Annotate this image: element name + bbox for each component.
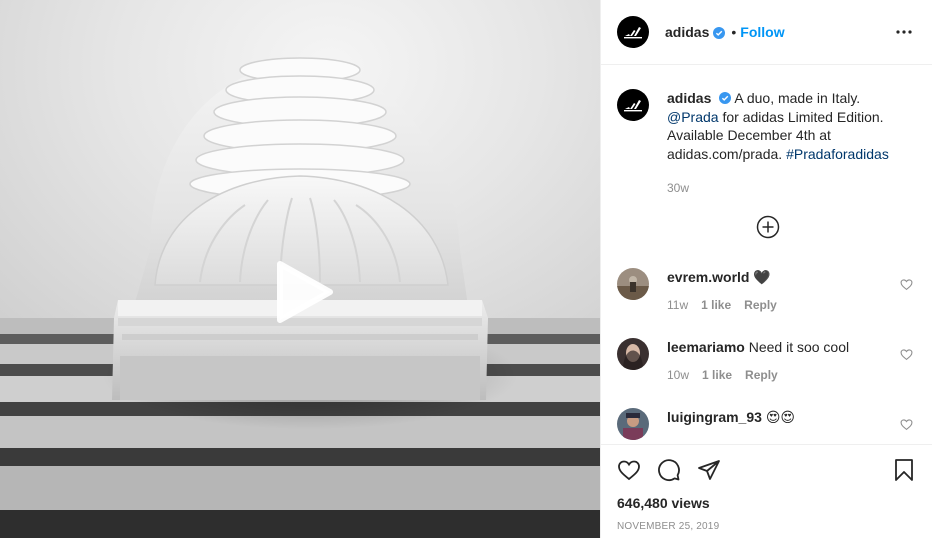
post-date[interactable]: NOVEMBER 25, 2019 bbox=[617, 521, 916, 532]
post-header: adidas • Follow bbox=[601, 0, 932, 65]
comment-text: 😍😍 bbox=[765, 409, 796, 425]
heart-icon[interactable] bbox=[900, 278, 913, 291]
post-caption: adidas A duo, made in Italy. @Prada for … bbox=[601, 65, 932, 198]
comment-text: 🖤 bbox=[753, 269, 771, 285]
comment-body: luigingram_93 😍😍 bbox=[667, 408, 887, 440]
post-video[interactable] bbox=[0, 0, 600, 538]
heart-icon[interactable] bbox=[900, 418, 913, 431]
avatar[interactable] bbox=[617, 16, 649, 48]
caption-username[interactable]: adidas bbox=[667, 90, 711, 106]
caption-text: adidas A duo, made in Italy. @Prada for … bbox=[667, 89, 907, 198]
comment-username[interactable]: evrem.world bbox=[667, 269, 749, 285]
comment-meta: 10w 1 like Reply bbox=[667, 366, 887, 384]
avatar[interactable] bbox=[617, 268, 649, 300]
reply-button[interactable]: Reply bbox=[744, 296, 777, 314]
comment-likes[interactable]: 1 like bbox=[702, 366, 732, 384]
account-name[interactable]: adidas bbox=[665, 24, 709, 40]
prada-mention-link[interactable]: @Prada bbox=[667, 109, 719, 125]
adidas-logo bbox=[624, 27, 642, 39]
comment-item: luigingram_93 😍😍 bbox=[617, 408, 921, 440]
comment-body: evrem.world 🖤 11w 1 like Reply bbox=[667, 268, 887, 314]
caption-text-1: A duo, made in Italy. bbox=[734, 90, 861, 106]
verified-badge-icon bbox=[719, 90, 732, 104]
heart-icon[interactable] bbox=[900, 348, 913, 361]
paper-plane-icon[interactable] bbox=[697, 458, 721, 482]
comment-time[interactable]: 11w bbox=[667, 296, 688, 314]
comment-icon[interactable] bbox=[657, 458, 681, 482]
comment-time[interactable]: 10w bbox=[667, 366, 689, 384]
avatar[interactable] bbox=[617, 408, 649, 440]
post-sidebar: adidas • Follow adidas A duo, made in It… bbox=[600, 0, 932, 538]
plus-circle-icon[interactable] bbox=[756, 215, 780, 239]
comment-meta: 11w 1 like Reply bbox=[667, 296, 887, 314]
comment-body: leemariamo Need it soo cool 10w 1 like R… bbox=[667, 338, 887, 384]
follow-button[interactable]: Follow bbox=[740, 24, 784, 40]
comment-username[interactable]: leemariamo bbox=[667, 339, 745, 355]
comment-text: Need it soo cool bbox=[748, 339, 850, 355]
avatar[interactable] bbox=[617, 89, 649, 121]
avatar[interactable] bbox=[617, 338, 649, 370]
instagram-post: adidas • Follow adidas A duo, made in It… bbox=[0, 0, 932, 538]
comment-username[interactable]: luigingram_93 bbox=[667, 409, 762, 425]
comment-likes[interactable]: 1 like bbox=[701, 296, 731, 314]
comment-item: evrem.world 🖤 11w 1 like Reply bbox=[617, 268, 921, 314]
comments-section[interactable]: adidas A duo, made in Italy. @Prada for … bbox=[601, 65, 932, 444]
hashtag-link[interactable]: #Pradaforadidas bbox=[786, 146, 889, 162]
comment-item: leemariamo Need it soo cool 10w 1 like R… bbox=[617, 338, 921, 384]
reply-button[interactable]: Reply bbox=[745, 366, 778, 384]
play-icon[interactable] bbox=[270, 258, 336, 326]
adidas-logo bbox=[624, 100, 642, 112]
action-bar bbox=[617, 445, 916, 495]
bookmark-icon[interactable] bbox=[892, 458, 916, 482]
heart-icon[interactable] bbox=[617, 458, 641, 482]
more-options-icon[interactable] bbox=[892, 20, 916, 44]
post-actions-area: 646,480 views NOVEMBER 25, 2019 bbox=[601, 444, 932, 538]
view-count[interactable]: 646,480 views bbox=[617, 495, 916, 511]
separator-dot: • bbox=[731, 24, 737, 40]
caption-timestamp[interactable]: 30w bbox=[667, 179, 907, 198]
verified-badge-icon bbox=[713, 26, 726, 39]
